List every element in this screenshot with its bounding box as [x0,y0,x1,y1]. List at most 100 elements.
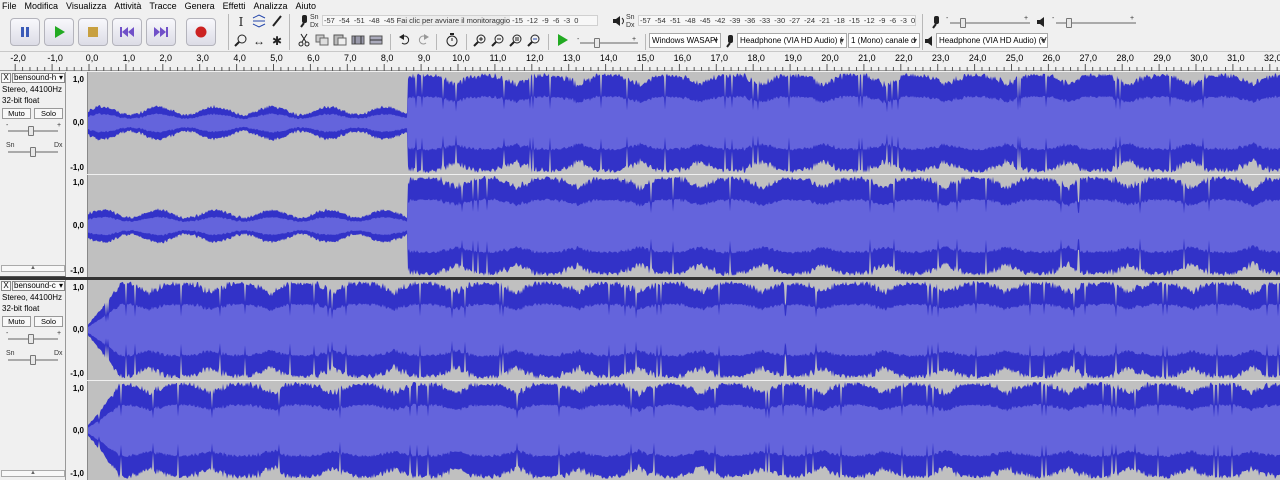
zoom-out-button[interactable] [490,33,506,49]
track-name-menu[interactable]: bensound-h [12,73,65,83]
ruler-label: 17,0 [710,53,729,63]
undo-button[interactable] [397,33,413,49]
track-name-menu[interactable]: bensound-c [12,281,65,291]
timeline-ruler[interactable]: -2,0 -1,0 0,0 1,0 2,0 3,0 4,0 5,0 6,0 7,0 8,0 9,0 10… [0,53,1280,71]
menu-tracks[interactable]: Tracce [149,1,176,11]
play-at-speed-button[interactable] [555,33,571,49]
track-close-button[interactable]: X [1,281,11,291]
envelope-tool[interactable] [251,14,267,30]
track-rate: Stereo, 44100Hz [2,85,63,94]
fit-project-icon [527,33,541,49]
timeshift-tool[interactable]: ↔ [251,33,267,49]
play-icon [53,26,65,38]
trim-icon [351,34,365,48]
ruler-label: 13,0 [562,53,581,63]
stop-button[interactable] [78,18,108,46]
pause-button[interactable] [10,18,40,46]
scale-zero: 0,0 [72,118,84,127]
ruler-label: 21,0 [858,53,876,63]
track-rate: Stereo, 44100Hz [2,293,63,302]
skip-to-start-button[interactable] [112,18,142,46]
pan-slider[interactable] [8,147,58,157]
waveform-channel-right[interactable] [88,381,1280,480]
ruler-label: 16,0 [673,53,692,63]
track-close-button[interactable]: X [1,73,11,83]
recording-volume-slider[interactable] [950,18,1030,28]
paste-icon [333,34,347,48]
i-beam-icon: I [238,15,244,29]
play-meter-scale: -57 -54 -51 -48 -45 -42 -39 -36 -33 -30 … [640,16,916,25]
playback-volume-min: - [1052,15,1055,22]
waveform-channel-left[interactable] [88,280,1280,380]
skip-to-end-button[interactable] [146,18,176,46]
collapse-track-button[interactable]: ▲ [1,265,65,272]
ruler-label: 9,0 [417,53,431,63]
menu-transport[interactable]: Attività [114,1,141,11]
mute-button[interactable]: Muto [2,108,31,119]
menu-help[interactable]: Aiuto [296,1,317,11]
recording-device-select[interactable]: Headphone (VIA HD Audio) ( [737,33,847,48]
scale-min: -1,0 [70,369,84,378]
ruler-label: 23,0 [931,53,950,63]
record-meter-scale-tail: -15 -12 -9 -6 -3 0 [512,16,579,25]
ruler-label: 1,0 [122,53,136,63]
recording-volume-max: + [1024,15,1029,22]
timeshift-icon: ↔ [253,34,265,48]
skip-end-icon [154,26,168,38]
multi-tool[interactable]: ✱ [269,33,285,49]
skip-start-icon [120,26,134,38]
play-button[interactable] [44,18,74,46]
paste-button[interactable] [332,33,348,49]
redo-button[interactable] [415,33,431,49]
draw-tool[interactable] [269,14,285,30]
menu-effects[interactable]: Effetti [223,1,246,11]
gain-slider[interactable] [8,126,58,136]
ruler-label: 2,0 [159,53,173,63]
waveform-channel-right[interactable] [88,175,1280,277]
record-button[interactable] [186,18,216,46]
pan-slider[interactable] [8,355,58,365]
sync-lock-button[interactable] [444,33,460,49]
menu-edit[interactable]: Modifica [25,1,59,11]
menu-view[interactable]: Visualizza [66,1,106,11]
play-speed-slider[interactable] [580,38,638,48]
vertical-scale: 1,0 0,0 -1,0 [67,72,88,174]
zoom-out-icon [491,33,505,49]
gain-slider[interactable] [8,334,58,344]
recording-channels-select[interactable]: 1 (Mono) canale d [848,33,920,48]
selection-tool[interactable]: I [233,14,249,30]
playback-volume-max: + [1130,15,1135,22]
play-meter-button[interactable] [611,14,627,30]
solo-button[interactable]: Solo [34,316,63,327]
mute-button[interactable]: Muto [2,316,31,327]
record-meter[interactable]: -57 -54 -51 -48 -45 Fai clic per avviare… [322,15,598,26]
audio-host-select[interactable]: Windows WASAPI [649,33,721,48]
zoom-in-icon [473,33,487,49]
menu-analyze[interactable]: Analizza [253,1,287,11]
menu-generate[interactable]: Genera [185,1,215,11]
cut-button[interactable] [296,33,312,49]
ruler-label: 5,0 [270,53,283,63]
scale-zero: 0,0 [72,426,84,435]
menu-file[interactable]: File [2,1,17,11]
silence-button[interactable] [368,33,384,49]
zoom-in-button[interactable] [472,33,488,49]
ruler-label: 25,0 [1005,53,1024,63]
track-bit-depth: 32-bit float [2,304,40,313]
zoom-tool[interactable] [233,33,249,49]
fit-project-button[interactable] [526,33,542,49]
collapse-track-button[interactable]: ▲ [1,470,65,477]
waveform-channel-left[interactable] [88,72,1280,174]
fit-selection-button[interactable] [508,33,524,49]
trim-button[interactable] [350,33,366,49]
play-meter-right-label: Dx [626,22,635,29]
copy-button[interactable] [314,33,330,49]
playback-volume-slider[interactable] [1056,18,1136,28]
play-meter[interactable]: -57 -54 -51 -48 -45 -42 -39 -36 -33 -30 … [638,15,916,26]
scale-min: -1,0 [70,266,84,275]
solo-button[interactable]: Solo [34,108,63,119]
ruler-label: 4,0 [233,53,246,63]
ruler-label: -2,0 [10,53,26,63]
ruler-label: 18,0 [747,53,765,63]
playback-device-select[interactable]: Headphone (VIA HD Audio) (VIA HD Audio) [936,33,1048,48]
